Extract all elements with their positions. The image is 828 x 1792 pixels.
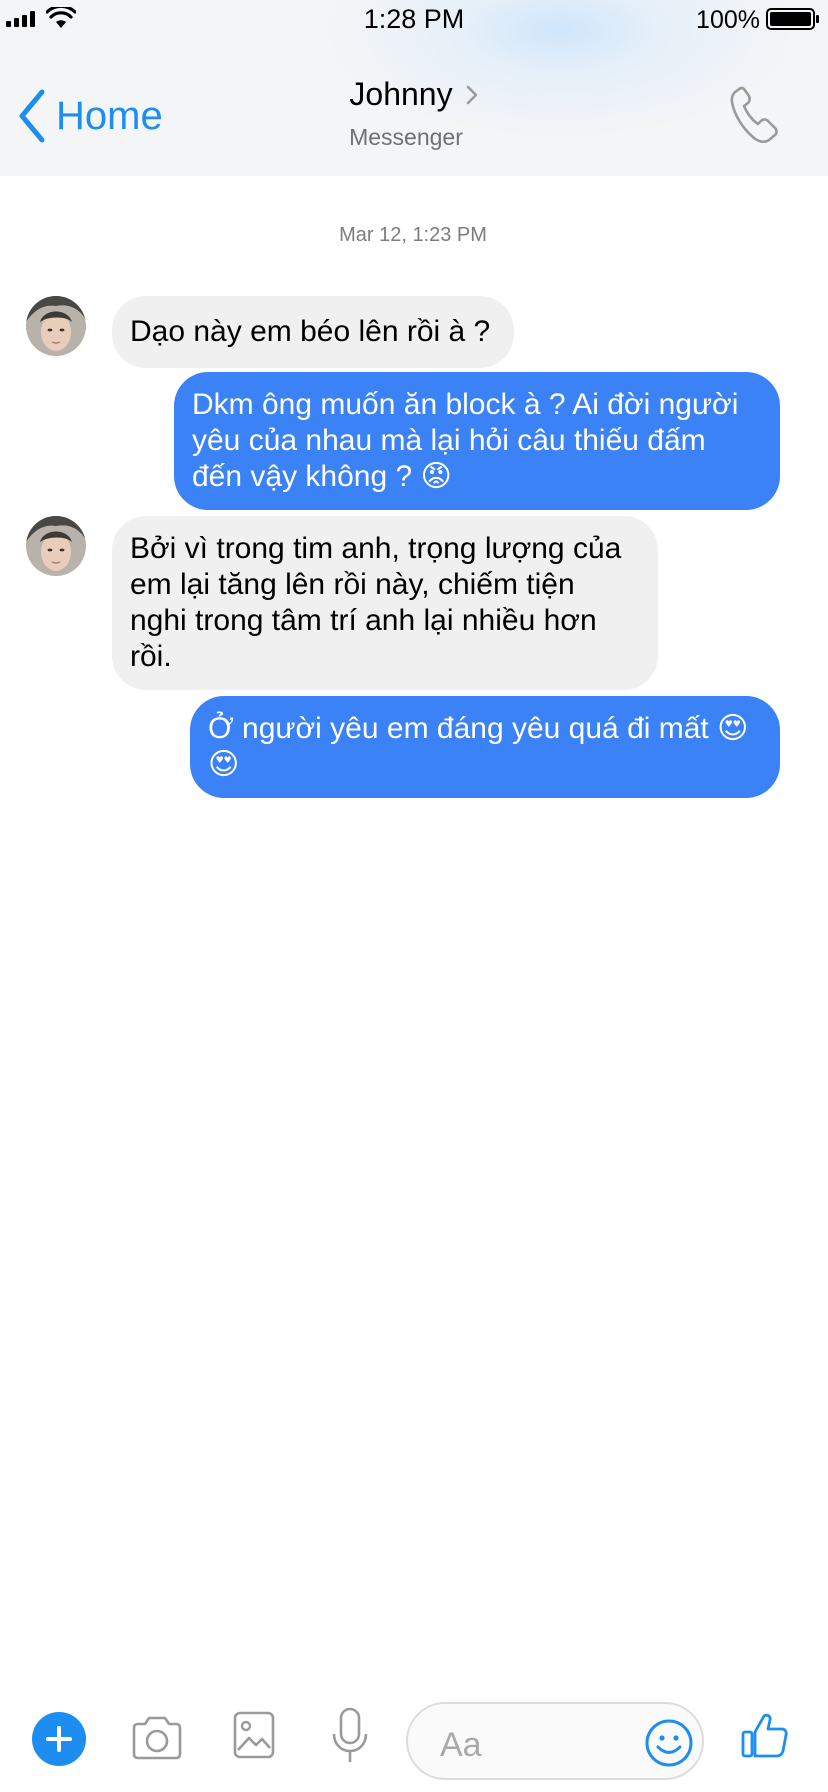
avatar-photo [26, 296, 86, 356]
composer-bar: Aa [0, 1696, 828, 1792]
avatar-photo [26, 516, 86, 576]
message-line: yêu của nhau mà lại hỏi câu thiếu đấm [192, 424, 706, 457]
image-icon[interactable] [232, 1710, 276, 1760]
thumbs-up-icon[interactable] [740, 1710, 790, 1760]
plus-icon[interactable] [32, 1712, 86, 1766]
chevron-right-icon [466, 85, 477, 104]
battery-percent: 100% [696, 6, 760, 34]
contact-title[interactable]: Johnny [0, 76, 828, 113]
message-input[interactable]: Aa [406, 1702, 704, 1780]
status-bar: 1:28 PM 100% [0, 0, 828, 40]
camera-icon[interactable] [130, 1714, 184, 1762]
battery-icon [766, 8, 819, 30]
avatar[interactable] [26, 296, 86, 356]
smiley-icon[interactable] [644, 1718, 694, 1768]
phone-icon[interactable] [728, 84, 782, 146]
message-line: 😍 [208, 748, 240, 781]
message-bubble-incoming[interactable]: Bởi vì trong tim anh, trọng lượng của em… [112, 516, 658, 690]
microphone-icon[interactable] [330, 1706, 370, 1766]
message-timestamp: Mar 12, 1:23 PM [339, 224, 487, 246]
message-line: Dạo này em béo lên rồi à ? [130, 315, 491, 348]
message-bubble-outgoing[interactable]: Ở người yêu em đáng yêu quá đi mất 😍 😍 [190, 696, 780, 798]
message-line: đến vậy không ? 😡 [192, 460, 452, 493]
contact-name: Johnny [349, 76, 453, 112]
avatar[interactable] [26, 516, 86, 576]
message-bubble-outgoing[interactable]: Dkm ông muốn ăn block à ? Ai đời người y… [174, 372, 780, 510]
message-bubble-incoming[interactable]: Dạo này em béo lên rồi à ? [112, 296, 514, 368]
message-line: Dkm ông muốn ăn block à ? Ai đời người [192, 388, 739, 421]
message-line: nghi trong tâm trí anh lại nhiều hơn [130, 604, 597, 637]
message-line: Bởi vì trong tim anh, trọng lượng của [130, 532, 622, 565]
message-line: Ở người yêu em đáng yêu quá đi mất 😍 [208, 712, 749, 745]
conversation-subtitle: Messenger [349, 124, 463, 150]
message-line: em lại tăng lên rồi này, chiếm tiện [130, 568, 575, 601]
message-input-placeholder: Aa [440, 1726, 482, 1764]
message-line: rồi. [130, 640, 172, 673]
